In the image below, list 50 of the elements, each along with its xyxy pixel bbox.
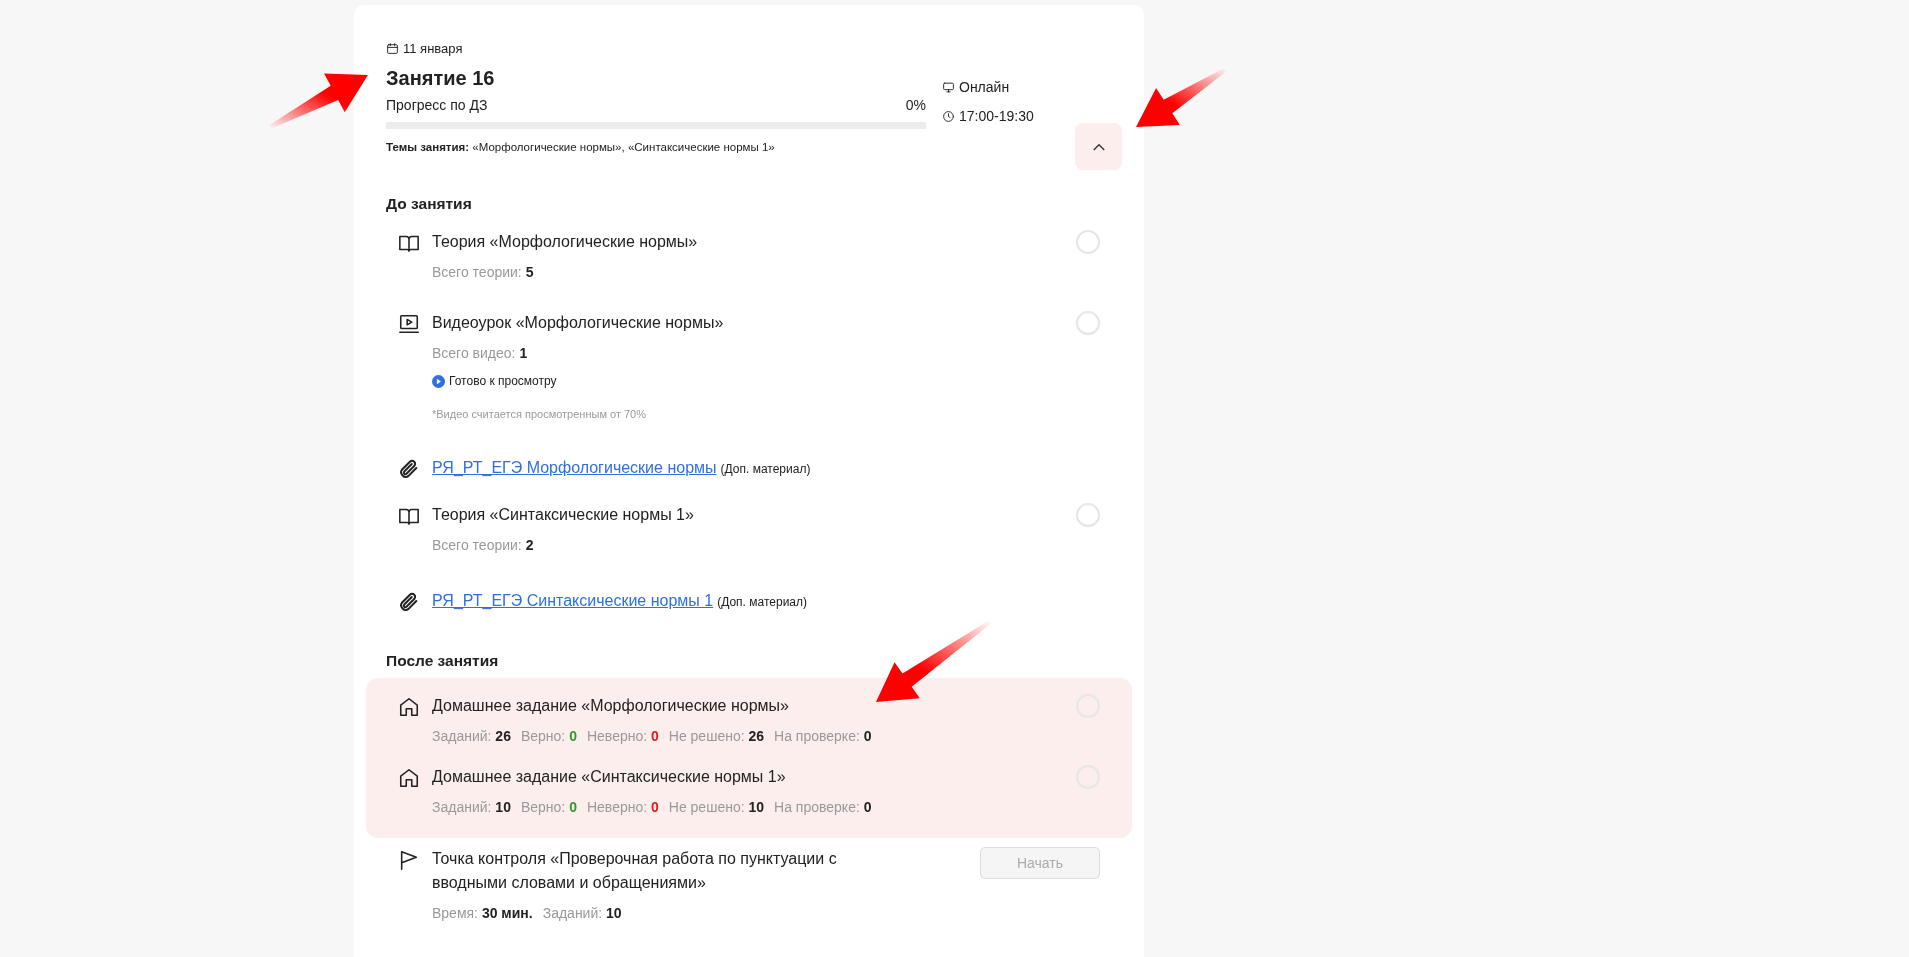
date-text: 11 января [403,40,463,58]
status-radio[interactable] [1076,230,1100,255]
material-note: (Доп. материал) [717,593,807,611]
status-radio[interactable] [1076,502,1100,527]
stat-text: Заданий: 10 [432,798,511,817]
stat-text: Всего видео: 1 [432,344,528,364]
stat-text: На проверке: 0 [774,727,872,746]
item-title: Теория «Морфологические нормы» [432,232,699,253]
monitor-icon [942,81,955,94]
clock-icon [942,110,955,123]
item-title: Видеоурок «Морфологические нормы» [432,313,725,334]
stat-text: Не решено: 10 [668,798,765,817]
lesson-title: Занятие 16 [386,65,496,91]
section-heading: После занятия [386,650,500,671]
play-icon [432,374,445,388]
progress-value: 0% [905,95,926,115]
calendar-icon [386,42,399,56]
item-title: Домашнее задание «Морфологические нормы» [432,696,790,716]
material-note: (Доп. материал) [720,460,811,478]
video-status: Готово к просмотру [449,373,557,391]
lesson-topics: Темы занятия: «Морфологические нормы», «Синтаксические нормы 1» [386,139,776,155]
item-title: Домашнее задание «Синтаксические нормы 1» [432,767,787,787]
stat-text: Неверно: 0 [586,727,659,746]
stat-text: Время: 30 мин. [432,904,533,923]
stat-text: Заданий: 10 [542,904,622,923]
stat-text: Всего теории: 5 [432,263,534,283]
item-title: Теория «Синтаксические нормы 1» [432,504,695,525]
house-icon [398,695,420,718]
collapse-button[interactable] [1075,123,1122,170]
status-radio[interactable] [1076,311,1100,336]
stat-text: Заданий: 26 [432,727,511,746]
stat-text: Неверно: 0 [586,798,659,817]
format-text: Онлайн [959,78,1010,97]
section-heading: До занятия [386,194,473,214]
stat-text: Не решено: 26 [668,727,765,746]
progress-label: Прогресс по ДЗ [386,95,488,115]
stat-text: Верно: 0 [520,727,577,746]
paperclip-icon [398,590,420,613]
flag-icon [398,848,420,871]
time-text: 17:00-19:30 [959,107,1034,126]
stat-text: Верно: 0 [520,798,577,817]
house-icon [398,766,420,789]
video-icon [398,313,420,335]
item-title: Точка контроля «Проверочная работа по пунктуации с вводными словами и обращениями» [432,849,838,893]
paperclip-icon [398,457,420,480]
stat-text: На проверке: 0 [774,798,872,817]
material-link[interactable]: РЯ_РТ_ЕГЭ Морфологические нормы [432,455,717,480]
material-link[interactable]: РЯ_РТ_ЕГЭ Синтаксические нормы 1 [432,588,714,613]
video-note: *Видео считается просмотренным от 70% [432,407,647,423]
stat-text: Всего теории: 2 [432,535,534,555]
